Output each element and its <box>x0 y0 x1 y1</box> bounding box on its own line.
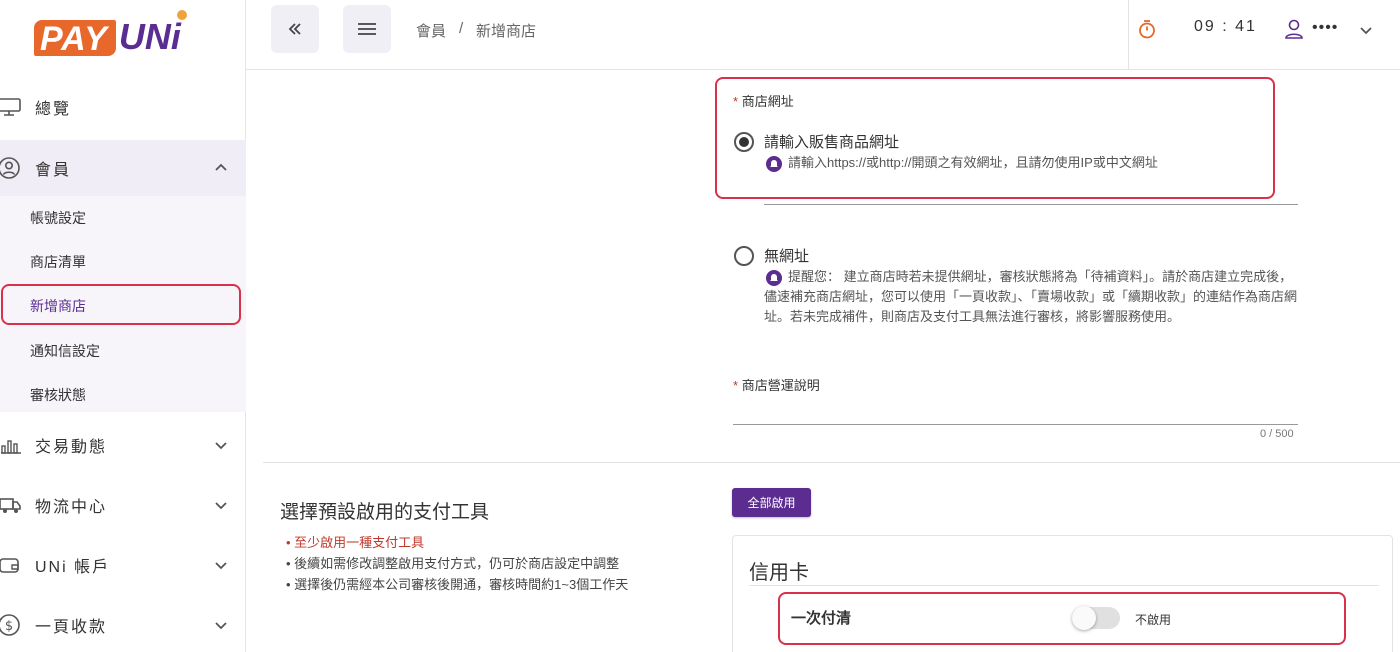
sidebar-item-label: UNi 帳戶 <box>35 559 111 576</box>
store-description-label-text: 商店營運說明 <box>741 378 820 393</box>
payment-section-title: 選擇預設啟用的支付工具 <box>280 502 490 523</box>
radio-url-option[interactable] <box>734 132 754 152</box>
submenu-notification-settings[interactable]: 通知信設定 <box>30 341 100 361</box>
sidebar-item-overview[interactable]: 總覽 <box>0 79 246 135</box>
truck-icon <box>0 498 21 513</box>
top-header: 會員 / 新增商店 09 : 41 •••• <box>246 0 1400 70</box>
sidebar-item-transactions[interactable]: 交易動態 <box>0 417 246 473</box>
user-circle-icon <box>0 157 20 179</box>
bell-icon <box>766 156 782 172</box>
payment-note-item: • 後續如需修改調整啟用支付方式，仍可於商店設定中調整 <box>286 556 620 571</box>
payment-notes-list: • 至少啟用一種支付工具 • 後續如需修改調整啟用支付方式，仍可於商店設定中調整… <box>286 532 628 595</box>
radio-no-url-option[interactable] <box>734 246 754 266</box>
hamburger-icon <box>358 23 376 35</box>
store-url-label-text: 商店網址 <box>741 94 794 109</box>
chevron-down-icon[interactable] <box>1359 23 1373 37</box>
logo-uni-text: UNi <box>118 10 187 57</box>
dollar-circle-icon: $ <box>0 614 20 636</box>
store-url-label: * 商店網址 <box>733 91 794 110</box>
submenu-account-settings[interactable]: 帳號設定 <box>30 208 86 228</box>
required-mark: * <box>733 94 739 109</box>
main-content: * 商店網址 請輸入販售商品網址 請輸入https://或http://開頭之有… <box>246 71 1400 652</box>
menu-toggle-button[interactable] <box>343 5 391 53</box>
chevron-down-icon <box>215 622 227 630</box>
toggle-knob <box>1072 606 1096 630</box>
header-divider <box>1128 0 1129 70</box>
payuni-logo[interactable]: PAY UNi <box>34 4 187 58</box>
enable-all-button[interactable]: 全部啟用 <box>732 488 811 517</box>
app-root: PAY UNi 總覽 會員 帳號設定 商店清單 新增商店 通知信設定 審核狀態 … <box>0 0 1400 652</box>
payment-note-required: • 至少啟用一種支付工具 <box>286 535 425 550</box>
option-no-url-label[interactable]: 無網址 <box>764 245 809 266</box>
sidebar-item-label: 物流中心 <box>35 499 108 516</box>
sidebar-item-label: 會員 <box>35 162 72 179</box>
option-url-label[interactable]: 請輸入販售商品網址 <box>764 131 899 152</box>
submenu-review-status[interactable]: 審核狀態 <box>30 385 86 405</box>
store-description-label: * 商店營運說明 <box>733 375 820 394</box>
option-no-url-hint: 提醒您： 建立商店時若未提供網址，審核狀態將為「待補資料」。請於商店建立完成後，… <box>764 269 1298 324</box>
store-description-input[interactable] <box>733 424 1298 425</box>
sidebar-item-label: 一頁收款 <box>35 619 108 636</box>
required-mark: * <box>733 378 739 393</box>
svg-text:$: $ <box>5 619 13 634</box>
wallet-icon <box>0 558 19 573</box>
breadcrumb-current: 新增商店 <box>476 23 537 40</box>
user-icon[interactable] <box>1284 18 1304 40</box>
logo-dot <box>176 10 187 20</box>
url-input-underline[interactable] <box>764 204 1298 205</box>
double-chevron-left-icon <box>288 23 301 35</box>
sidebar-item-member[interactable]: 會員 <box>0 140 246 196</box>
credit-card-title: 信用卡 <box>749 562 809 584</box>
one-time-payment-status: 不啟用 <box>1135 613 1172 627</box>
user-name-masked[interactable]: •••• <box>1312 19 1338 37</box>
sidebar-item-label: 總覽 <box>35 101 72 118</box>
one-time-payment-label: 一次付清 <box>791 610 852 627</box>
chevron-down-icon <box>215 502 227 510</box>
card-title-divider <box>749 585 1379 586</box>
submenu-store-list[interactable]: 商店清單 <box>30 252 86 272</box>
payment-note-text: 至少啟用一種支付工具 <box>294 535 425 550</box>
logo-pay-text: PAY <box>34 20 116 58</box>
section-divider <box>263 462 1400 463</box>
chevron-up-icon <box>215 163 227 171</box>
description-char-counter: 0 / 500 <box>1260 428 1294 440</box>
add-store-highlight-box <box>1 284 241 325</box>
bar-chart-icon <box>1 440 21 454</box>
breadcrumb-parent[interactable]: 會員 <box>416 20 446 41</box>
sidebar-item-one-page-payment[interactable]: $ 一頁收款 <box>0 597 246 652</box>
payment-note-item: • 選擇後仍需經本公司審核後開通，審核時間約1~3個工作天 <box>286 577 629 592</box>
one-time-payment-toggle[interactable] <box>1072 606 1120 630</box>
sidebar-item-logistics[interactable]: 物流中心 <box>0 477 246 533</box>
one-time-payment-highlight-box <box>778 592 1346 645</box>
breadcrumb-separator: / <box>459 20 464 37</box>
payment-note-text: 選擇後仍需經本公司審核後開通，審核時間約1~3個工作天 <box>294 577 629 592</box>
monitor-icon <box>0 98 21 116</box>
chevron-down-icon <box>215 562 227 570</box>
stopwatch-icon <box>1139 20 1155 39</box>
logo-uni-label: UNi <box>118 16 181 57</box>
option-url-hint: 請輸入https://或http://開頭之有效網址，且請勿使用IP或中文網址 <box>788 155 1158 170</box>
chevron-down-icon <box>215 442 227 450</box>
sidebar-item-label: 交易動態 <box>35 439 108 456</box>
collapse-sidebar-button[interactable] <box>271 5 319 53</box>
sidebar-item-uni-account[interactable]: UNi 帳戶 <box>0 537 246 593</box>
payment-note-text: 後續如需修改調整啟用支付方式，仍可於商店設定中調整 <box>294 556 620 571</box>
session-timer: 09 : 41 <box>1194 18 1257 35</box>
sidebar: PAY UNi 總覽 會員 帳號設定 商店清單 新增商店 通知信設定 審核狀態 … <box>0 0 246 652</box>
